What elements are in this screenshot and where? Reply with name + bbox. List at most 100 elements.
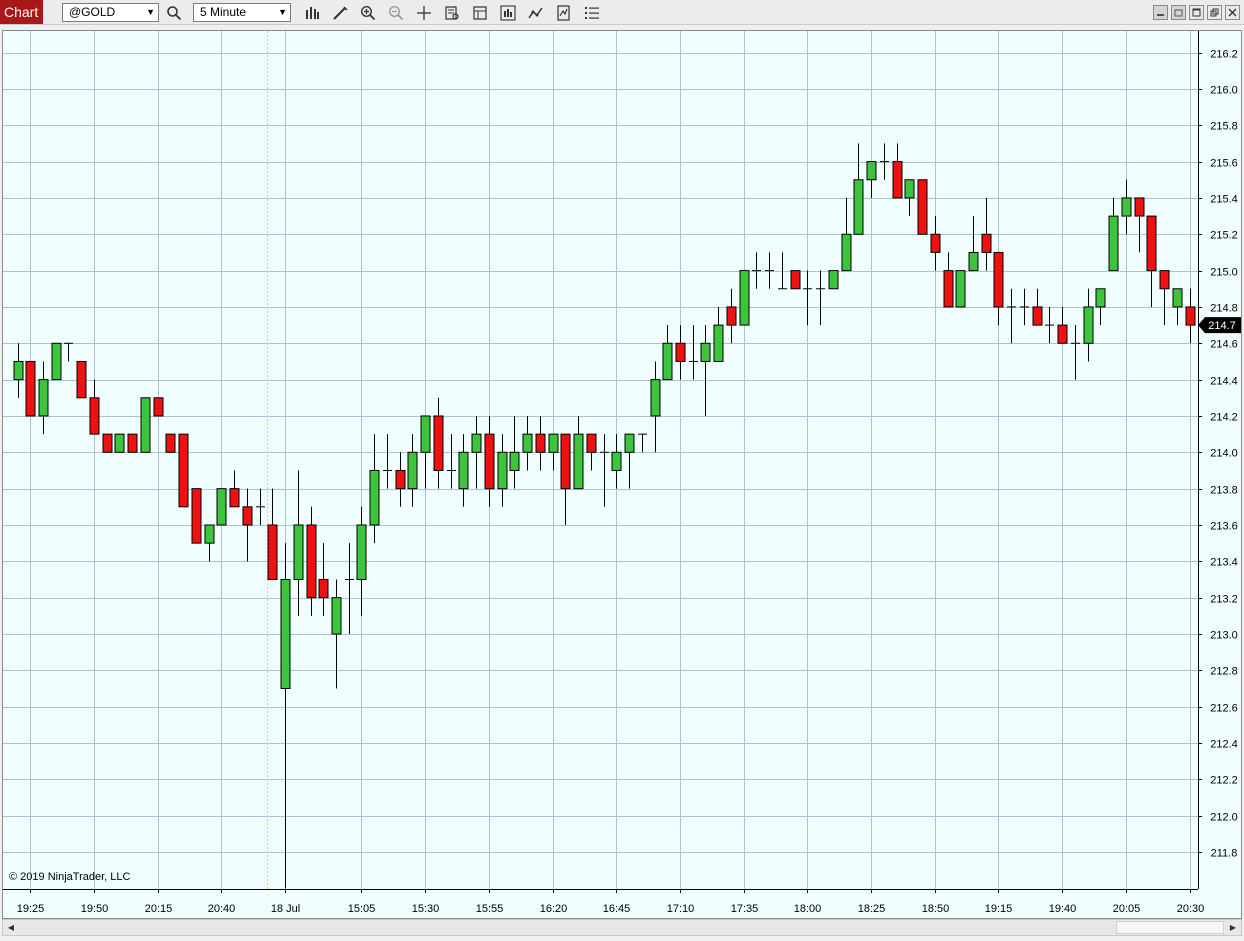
candle-body [356, 524, 367, 580]
x-tick-label: 19:50 [81, 903, 109, 915]
candle-body [267, 524, 278, 580]
y-tick-label: 212.8 [1210, 666, 1238, 678]
candle-body [981, 233, 992, 253]
zoom-in-icon[interactable] [358, 3, 378, 22]
candle-body [1032, 306, 1043, 326]
candle-body [216, 488, 227, 526]
chart-tab[interactable]: Chart [0, 0, 43, 24]
scrollbar-thumb[interactable] [1116, 921, 1224, 934]
candle-body [611, 451, 622, 471]
draw-icon[interactable] [330, 3, 350, 22]
zoom-out-icon[interactable] [386, 3, 406, 22]
candle-body [586, 433, 597, 453]
templates-icon[interactable] [554, 3, 574, 22]
restore-icon[interactable] [1171, 5, 1186, 20]
candle-body [700, 342, 711, 362]
x-tick-label: 20:30 [1177, 903, 1205, 915]
menu-icon[interactable] [582, 3, 602, 22]
y-tick-label: 213.4 [1210, 557, 1238, 569]
candle-body [1134, 197, 1145, 217]
horizontal-scrollbar[interactable]: ◀ ▶ [2, 919, 1242, 936]
x-tick-label: 19:15 [985, 903, 1013, 915]
candle-body [828, 270, 839, 290]
chart-toolbar: Chart @GOLD ▼ 5 Minute ▼ [0, 0, 1244, 25]
candle-body [1146, 215, 1157, 272]
y-tick-label: 214.4 [1210, 376, 1238, 388]
candle-body [1172, 288, 1183, 308]
candle-body [892, 161, 903, 199]
candle-body [841, 233, 852, 272]
candle-body [713, 324, 724, 362]
instrument-value: @GOLD [69, 5, 116, 19]
y-tick-label: 215.0 [1210, 267, 1238, 279]
candle-body [433, 415, 444, 471]
y-tick-label: 211.8 [1211, 848, 1238, 860]
candle-body [331, 597, 342, 635]
candle-body [420, 415, 431, 453]
candle-body [306, 524, 317, 599]
y-tick-label: 212.6 [1210, 703, 1238, 715]
x-tick-label: 18:00 [794, 903, 822, 915]
search-icon[interactable] [164, 3, 184, 22]
candle-body [114, 433, 125, 453]
candle-body [165, 433, 176, 453]
candle-body [650, 379, 661, 417]
candle-body [560, 433, 571, 490]
indicators-icon[interactable] [498, 3, 518, 22]
candle-body [535, 433, 546, 453]
y-tick-label: 213.2 [1210, 594, 1238, 606]
y-tick-label: 215.6 [1210, 158, 1238, 170]
x-tick-label: 17:35 [731, 903, 759, 915]
chevron-down-icon: ▼ [278, 7, 287, 17]
candle-body [25, 360, 36, 417]
strategies-icon[interactable] [526, 3, 546, 22]
candle-body [407, 451, 418, 490]
restore-down-icon[interactable] [1207, 5, 1222, 20]
candle-body [573, 433, 584, 490]
chevron-down-icon: ▼ [146, 7, 155, 17]
candle-body [853, 179, 864, 235]
properties-icon[interactable] [470, 3, 490, 22]
candle-body [204, 524, 215, 544]
candle-body [955, 270, 966, 308]
candle-body [548, 433, 559, 453]
close-icon[interactable] [1225, 5, 1240, 20]
x-tick-label: 20:05 [1113, 903, 1141, 915]
y-tick-label: 212.0 [1210, 812, 1238, 824]
candle-body [943, 270, 954, 308]
candle-body [993, 251, 1004, 308]
candle-body [89, 397, 100, 435]
candle-body [1121, 197, 1132, 217]
maximize-icon[interactable] [1189, 5, 1204, 20]
price-chart[interactable]: 211.8 212.0 212.2 212.4 212.6 212.8 213.0 213.2… [3, 31, 1241, 918]
y-tick-label: 216.0 [1210, 85, 1238, 97]
y-tick-label: 214.2 [1210, 412, 1238, 424]
scroll-left-icon[interactable]: ◀ [3, 920, 19, 935]
instrument-selector[interactable]: @GOLD ▼ [62, 3, 159, 22]
candle-body [76, 360, 87, 399]
candle-body [51, 342, 62, 381]
minimize-icon[interactable] [1153, 5, 1168, 20]
x-tick-label: 16:20 [540, 903, 568, 915]
candle-body [662, 342, 673, 381]
x-tick-label: 19:40 [1049, 903, 1077, 915]
chart-panel[interactable]: 211.8 212.0 212.2 212.4 212.6 212.8 213.0 213.2… [2, 30, 1242, 919]
bar-type-icon[interactable] [302, 3, 322, 22]
y-tick-label: 215.2 [1210, 230, 1238, 242]
candle-body [153, 397, 164, 417]
interval-selector[interactable]: 5 Minute ▼ [193, 3, 291, 22]
x-tick-label: 18:25 [858, 903, 886, 915]
candle-body [242, 506, 253, 526]
candle-body [458, 451, 469, 490]
data-box-icon[interactable] [442, 3, 462, 22]
candle-body [395, 469, 406, 490]
crosshair-icon[interactable] [414, 3, 434, 22]
scroll-right-icon[interactable]: ▶ [1225, 920, 1241, 935]
x-tick-label: 15:30 [412, 903, 440, 915]
candle-body [739, 270, 750, 326]
candle-body [1095, 288, 1106, 308]
candle-body [178, 433, 189, 508]
y-tick-label: 212.4 [1210, 739, 1238, 751]
candle-body [127, 433, 138, 453]
y-tick-label: 213.6 [1210, 521, 1238, 533]
